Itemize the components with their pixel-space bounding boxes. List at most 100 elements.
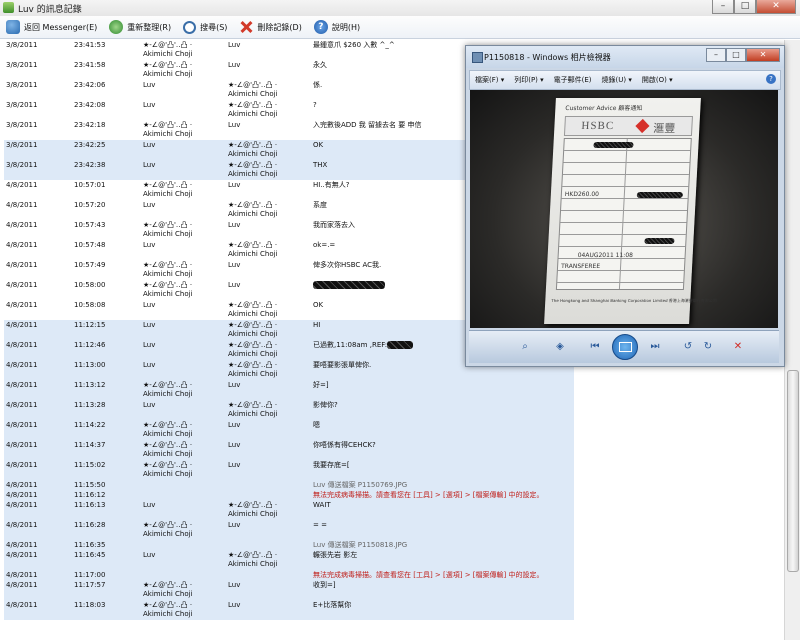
hsbc-logo-icon — [635, 118, 650, 134]
log-from: ★-∠@'凸'‥凸 · Akimichi Choji — [143, 421, 193, 439]
message-text: 要唔要影張單俾你. — [313, 361, 372, 369]
zoom-icon[interactable]: ⌕ — [519, 341, 531, 353]
search-icon — [183, 20, 197, 34]
log-from: Luv — [143, 401, 156, 409]
log-from: Luv — [143, 161, 156, 169]
image-file-icon — [472, 52, 483, 63]
log-date: 4/8/2011 — [6, 221, 38, 229]
message-text: HI — [313, 321, 321, 329]
log-message: 收到=] — [313, 581, 336, 590]
log-time: 11:16:13 — [74, 501, 106, 509]
self-nickname: ★-∠@'凸'‥凸 · — [228, 401, 278, 409]
photo-viewer-window[interactable]: P1150818 - Windows 相片檢視器 – □ ✕ 檔案(F) ▾ 列… — [465, 45, 785, 367]
log-date: 4/8/2011 — [6, 281, 38, 289]
rotate-right-icon[interactable]: ↻ — [702, 341, 714, 353]
message-text: 我要存底=[ — [313, 461, 350, 469]
log-time: 11:15:02 — [74, 461, 106, 469]
log-date: 4/8/2011 — [6, 501, 38, 509]
menu-file[interactable]: 檔案(F) ▾ — [475, 75, 504, 85]
message-text: THX — [313, 161, 328, 169]
log-message: Luv 傳送檔案 P1150769.JPG — [313, 481, 407, 490]
viewer-help-icon[interactable]: ? — [766, 74, 776, 84]
log-row: 4/8/2011 11:17:00 無法完成病毒掃描。請查看您在 [工具] > [選… — [4, 570, 574, 580]
self-subname: Akimichi Choji — [143, 470, 193, 478]
log-message: ? — [313, 101, 317, 110]
message-text: = = — [313, 521, 327, 529]
log-from: Luv — [143, 361, 156, 369]
log-message: WAIT — [313, 501, 331, 510]
self-subname: Akimichi Choji — [228, 210, 278, 218]
message-text: 永久 — [313, 61, 327, 69]
log-message: 俾多次你HSBC AC我. — [313, 261, 381, 270]
delete-log-button[interactable]: 刪除記錄(D) — [233, 17, 307, 37]
receipt-amount: HKD260.00 — [564, 191, 600, 198]
bank-receipt: Customer Advice 顧客通知 HSBC 滙豐 HKD260.00 0… — [544, 98, 717, 324]
messenger-icon — [3, 2, 14, 13]
self-subname: Akimichi Choji — [228, 350, 278, 358]
menu-burn[interactable]: 燒錄(U) ▾ — [602, 75, 632, 85]
viewer-minimize-button[interactable]: – — [706, 48, 726, 62]
window-controls: – □ ✕ — [712, 0, 796, 14]
self-nickname: ★-∠@'凸'‥凸 · — [228, 341, 278, 349]
previous-icon[interactable]: ⏮ — [589, 341, 601, 353]
log-message: 輾張先岩 影左 — [313, 551, 357, 560]
next-icon[interactable]: ⏭ — [649, 341, 661, 353]
log-from: ★-∠@'凸'‥凸 · Akimichi Choji — [143, 41, 193, 59]
self-nickname: ★-∠@'凸'‥凸 · — [228, 321, 278, 329]
rotate-left-icon[interactable]: ↺ — [682, 341, 694, 353]
search-button[interactable]: 搜尋(S) — [177, 17, 233, 37]
log-row: 4/8/2011 11:15:50 Luv 傳送檔案 P1150769.JPG — [4, 480, 574, 490]
viewer-close-button[interactable]: ✕ — [746, 48, 780, 62]
delete-photo-icon[interactable]: ✕ — [732, 341, 744, 353]
help-button[interactable]: ? 說明(H) — [308, 17, 366, 37]
log-message: HI..有無人? — [313, 181, 350, 190]
log-time: 11:16:28 — [74, 521, 106, 529]
actual-size-icon[interactable]: ◈ — [554, 341, 566, 353]
log-time: 11:14:22 — [74, 421, 106, 429]
message-text: ? — [313, 101, 317, 109]
log-message: 嗯 — [313, 421, 320, 430]
log-date: 4/8/2011 — [6, 401, 38, 409]
scrollbar-thumb[interactable] — [787, 370, 799, 572]
log-message: 系度 — [313, 201, 327, 210]
self-nickname: ★-∠@'凸'‥凸 · — [143, 281, 193, 289]
log-message: OK — [313, 141, 323, 150]
hsbc-text: HSBC — [581, 120, 615, 132]
refresh-button[interactable]: 重新整理(R) — [103, 17, 177, 37]
message-text: 最鍾意爪 $260 入數 ^_^ — [313, 41, 395, 49]
menu-open[interactable]: 開啟(O) ▾ — [642, 75, 673, 85]
message-text: OK — [313, 301, 324, 309]
log-from: ★-∠@'凸'‥凸 · Akimichi Choji — [143, 61, 193, 79]
self-subname: Akimichi Choji — [143, 50, 193, 58]
menu-print[interactable]: 列印(P) ▾ — [514, 75, 543, 85]
log-time: 11:13:00 — [74, 361, 106, 369]
message-text: E+比落幫你 — [313, 601, 352, 609]
log-message: 無法完成病毒掃描。請查看您在 [工具] > [選項] > [檔案傳輸] 中的設定… — [313, 491, 543, 500]
log-to: ★-∠@'凸'‥凸 · Akimichi Choji — [228, 101, 278, 119]
self-nickname: ★-∠@'凸'‥凸 · — [143, 581, 193, 589]
refresh-icon — [109, 20, 124, 34]
log-from: Luv — [143, 101, 156, 109]
slideshow-button[interactable] — [612, 334, 638, 360]
log-time: 10:57:01 — [74, 181, 106, 189]
maximize-button[interactable]: □ — [734, 0, 756, 14]
log-row: 4/8/2011 11:13:28 Luv ★-∠@'凸'‥凸 · Akimichi C… — [4, 400, 574, 420]
self-nickname: ★-∠@'凸'‥凸 · — [228, 241, 278, 249]
message-text: OK — [313, 141, 324, 149]
message-text: 入完數後ADD 我 留據去名 要 申信 — [313, 121, 422, 129]
back-to-messenger-button[interactable]: 返回 Messenger(E) — [0, 17, 103, 37]
log-scrollbar[interactable] — [784, 40, 800, 640]
menu-email[interactable]: 電子郵件(E) — [554, 75, 592, 85]
log-message: 已過數,11:08am ,REF: — [313, 341, 414, 350]
minimize-button[interactable]: – — [712, 0, 734, 14]
log-from: ★-∠@'凸'‥凸 · Akimichi Choji — [143, 181, 193, 199]
close-button[interactable]: ✕ — [756, 0, 796, 14]
self-subname: Akimichi Choji — [143, 270, 193, 278]
viewer-titlebar: P1150818 - Windows 相片檢視器 – □ ✕ — [466, 46, 784, 68]
self-nickname: ★-∠@'凸'‥凸 · — [143, 41, 193, 49]
log-to: Luv — [228, 461, 241, 469]
viewer-maximize-button[interactable]: □ — [726, 48, 746, 62]
log-time: 11:13:28 — [74, 401, 106, 409]
log-to: Luv — [228, 421, 241, 429]
log-from: ★-∠@'凸'‥凸 · Akimichi Choji — [143, 461, 193, 479]
